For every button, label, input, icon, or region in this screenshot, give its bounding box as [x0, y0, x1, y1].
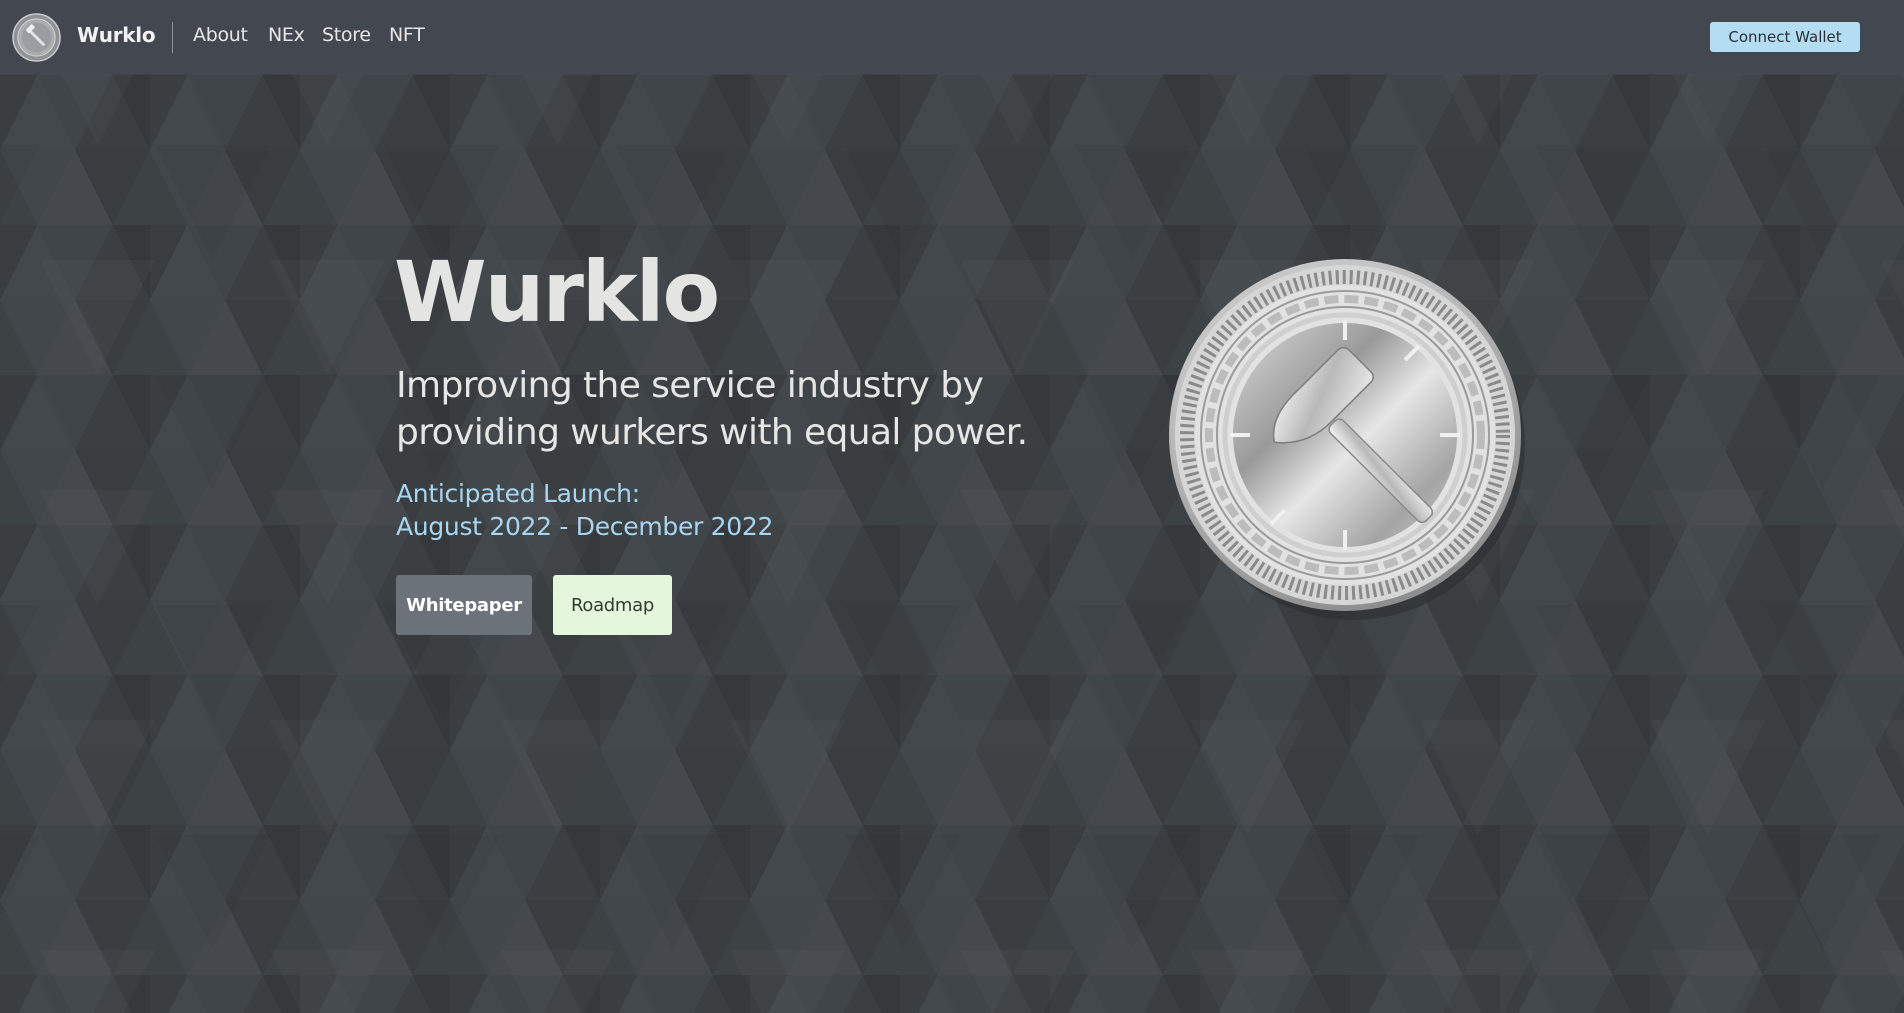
brand-logo-icon[interactable]: [12, 13, 61, 62]
launch-label: Anticipated Launch:: [396, 479, 640, 508]
silver-coin-hammer-icon: [1169, 259, 1525, 620]
hero-title: Wurklo: [394, 243, 720, 341]
launch-info: Anticipated Launch: August 2022 - Decemb…: [396, 477, 773, 543]
page: Wurklo About NEx Store NFT Connect Walle…: [0, 0, 1904, 1013]
hero-tagline: Improving the service industry by provid…: [396, 365, 1028, 453]
triangle-pattern-background: [0, 0, 1904, 1013]
roadmap-button[interactable]: Roadmap: [553, 575, 672, 635]
navbar: Wurklo About NEx Store NFT Connect Walle…: [0, 0, 1904, 74]
nav-link-store[interactable]: Store: [322, 24, 371, 46]
nav-link-nft[interactable]: NFT: [389, 24, 425, 46]
nav-link-nex[interactable]: NEx: [268, 24, 305, 46]
whitepaper-button[interactable]: Whitepaper: [396, 575, 532, 635]
nav-link-about[interactable]: About: [193, 24, 248, 46]
brand-name[interactable]: Wurklo: [77, 23, 156, 47]
nav-divider: [172, 22, 173, 53]
connect-wallet-button[interactable]: Connect Wallet: [1710, 22, 1860, 52]
launch-dates: August 2022 - December 2022: [396, 512, 774, 541]
